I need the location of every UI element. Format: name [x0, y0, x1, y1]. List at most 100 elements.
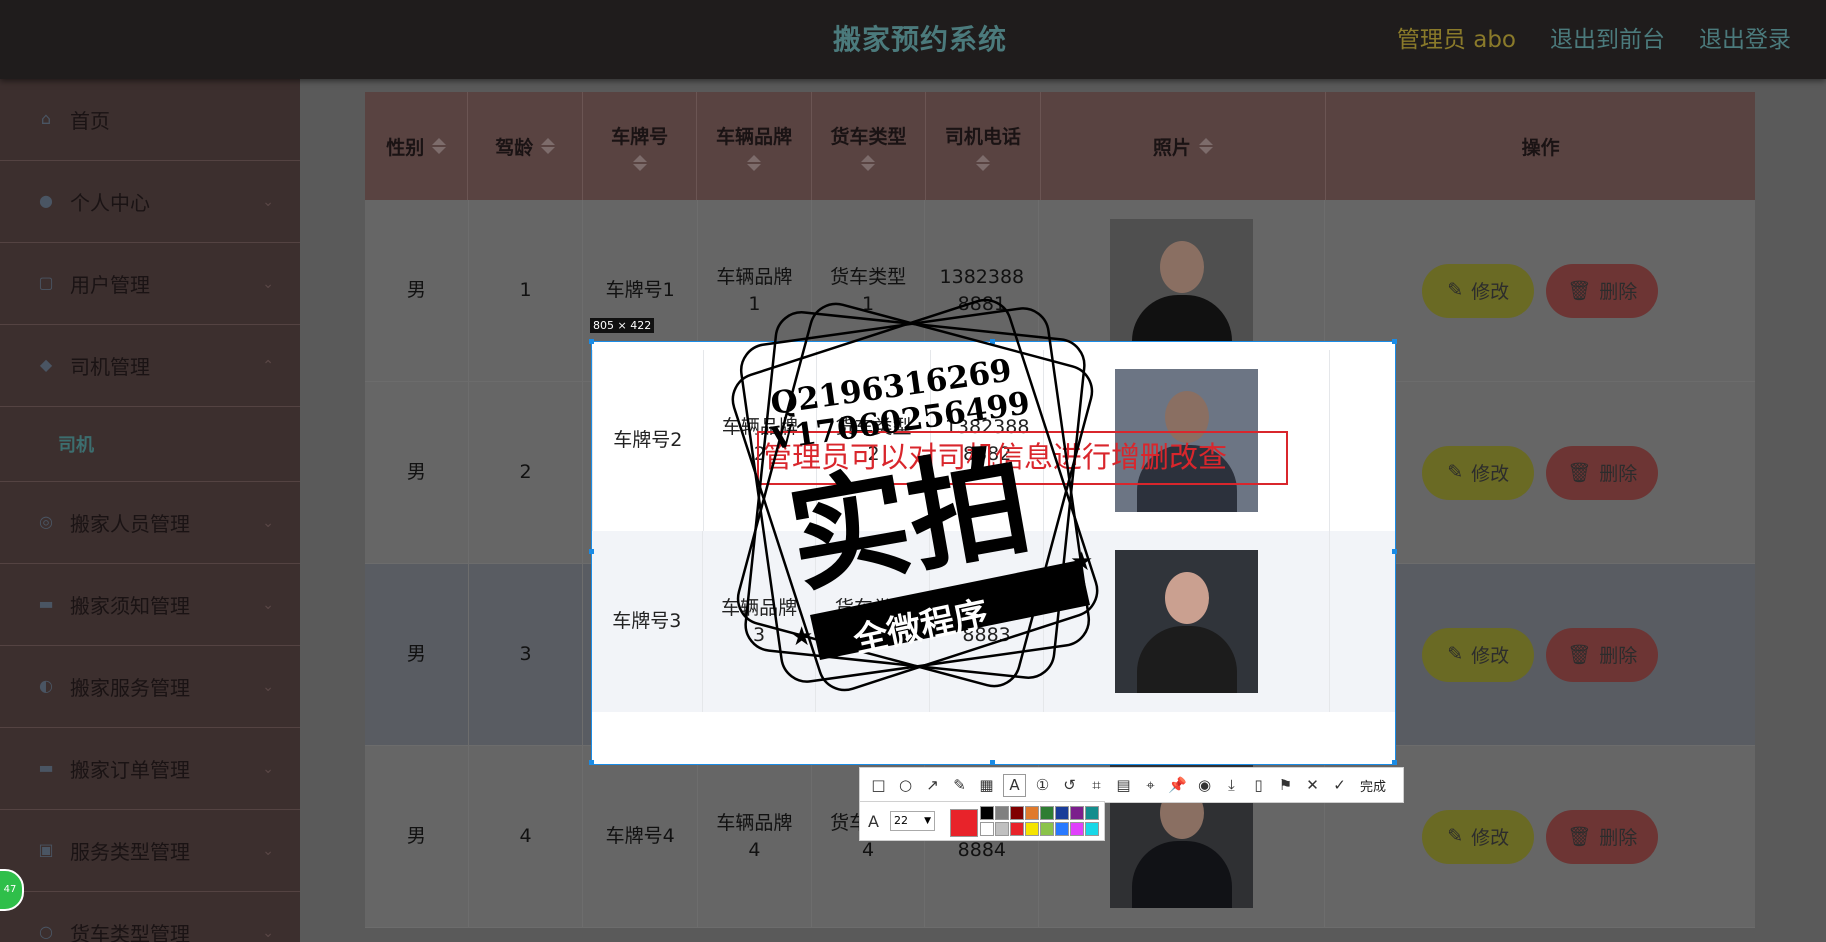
th-phone[interactable]: 司机电话: [926, 92, 1041, 200]
th-plate[interactable]: 车牌号: [583, 92, 698, 200]
th-label: 车辆品牌: [716, 125, 793, 148]
number-tool-icon[interactable]: ①: [1032, 775, 1053, 796]
delete-button[interactable]: 🗑 删除: [1546, 263, 1659, 318]
color-swatch[interactable]: [995, 822, 1009, 836]
record-icon[interactable]: ◉: [1194, 775, 1215, 796]
sort-icon[interactable]: [1198, 138, 1213, 154]
delete-button[interactable]: 🗑 删除: [1546, 627, 1659, 682]
done-button[interactable]: 完成: [1360, 776, 1386, 795]
text-tool-icon[interactable]: A: [1003, 773, 1026, 797]
mosaic-tool-icon[interactable]: ▦: [976, 775, 997, 796]
color-swatch[interactable]: [995, 806, 1009, 820]
sidebar-item-service-types[interactable]: ▣ 服务类型管理 ⌄: [0, 810, 300, 892]
undo-icon[interactable]: ↺: [1059, 775, 1080, 796]
rectangle-tool-icon[interactable]: □: [868, 775, 889, 796]
logout-link[interactable]: 退出登录: [1699, 20, 1791, 54]
sort-icon[interactable]: [432, 138, 447, 154]
color-swatch[interactable]: [1055, 806, 1069, 820]
pen-tool-icon[interactable]: ✎: [949, 775, 970, 796]
download-icon[interactable]: ⤓: [1221, 775, 1242, 796]
captured-plate: 车牌号2: [593, 350, 704, 531]
to-front-link[interactable]: 退出到前台: [1550, 20, 1665, 54]
th-driving-age[interactable]: 驾龄: [468, 92, 583, 200]
phone-icon[interactable]: ▯: [1248, 775, 1269, 796]
sidebar-item-orders[interactable]: ▬ 搬家订单管理 ⌄: [0, 728, 300, 810]
resize-handle[interactable]: [589, 339, 594, 344]
th-photo[interactable]: 照片: [1041, 92, 1327, 200]
current-color-swatch[interactable]: [950, 809, 978, 837]
color-swatch[interactable]: [980, 822, 994, 836]
color-swatch[interactable]: [980, 806, 994, 820]
annotation-text-box[interactable]: 管理员可以对司机信息进行增删改查: [757, 431, 1288, 485]
chevron-up-icon: ⌃: [262, 357, 274, 374]
notice-icon: ▬: [38, 594, 54, 613]
delete-button[interactable]: 🗑 删除: [1546, 445, 1659, 500]
edit-button[interactable]: ✎ 修改: [1422, 627, 1535, 682]
chevron-down-icon: ⌄: [262, 193, 274, 210]
capture-selection[interactable]: 车牌号2 车辆品牌2 货车类型2 13823888882 车牌号3 车辆品牌3 …: [591, 341, 1396, 765]
sidebar-item-users[interactable]: ▢ 用户管理 ⌄: [0, 243, 300, 325]
cell-gender: 男: [365, 200, 469, 381]
home-icon: ⌂: [40, 109, 52, 128]
delete-label: 删除: [1599, 828, 1638, 849]
pin-icon[interactable]: 📌: [1167, 775, 1188, 796]
resize-handle[interactable]: [1392, 549, 1397, 554]
resize-handle[interactable]: [990, 760, 995, 765]
resize-handle[interactable]: [589, 549, 594, 554]
trash-icon: 🗑: [1567, 644, 1592, 666]
delete-button[interactable]: 🗑 删除: [1546, 809, 1659, 864]
color-swatch[interactable]: [1025, 822, 1039, 836]
close-icon[interactable]: ✕: [1302, 775, 1323, 796]
sidebar-item-drivers[interactable]: ◆ 司机管理 ⌃: [0, 325, 300, 407]
sidebar-item-movers[interactable]: ◎ 搬家人员管理 ⌄: [0, 482, 300, 564]
admin-user-label[interactable]: 管理员 abo: [1397, 20, 1516, 54]
font-size-select[interactable]: 22 ▼: [890, 811, 935, 831]
sort-icon[interactable]: [747, 154, 762, 171]
sort-icon[interactable]: [541, 138, 556, 154]
ocr-icon[interactable]: ▤: [1113, 775, 1134, 796]
color-swatch[interactable]: [1040, 806, 1054, 820]
scan-icon[interactable]: ⌖: [1140, 775, 1161, 796]
arrow-tool-icon[interactable]: ↗: [922, 775, 943, 796]
sidebar-item-truck-types[interactable]: ○ 货车类型管理 ⌄: [0, 892, 300, 942]
sort-icon[interactable]: [975, 154, 990, 171]
sidebar-subitem-driver[interactable]: 司机: [0, 407, 300, 482]
sidebar-item-label: 搬家订单管理: [70, 758, 190, 782]
sort-icon[interactable]: [861, 154, 876, 171]
resize-handle[interactable]: [990, 339, 995, 344]
cell-brand: 车辆品牌4: [698, 746, 812, 927]
color-swatch[interactable]: [1085, 806, 1099, 820]
sort-icon[interactable]: [632, 154, 647, 171]
cell-gender: 男: [365, 564, 469, 745]
edit-button[interactable]: ✎ 修改: [1422, 809, 1535, 864]
edit-button[interactable]: ✎ 修改: [1422, 445, 1535, 500]
color-swatch[interactable]: [1040, 822, 1054, 836]
edit-label: 修改: [1471, 464, 1510, 485]
resize-handle[interactable]: [1392, 339, 1397, 344]
sidebar-item-label: 搬家人员管理: [70, 512, 190, 536]
th-gender[interactable]: 性别: [365, 92, 469, 200]
th-truck-type[interactable]: 货车类型: [812, 92, 927, 200]
color-swatch[interactable]: [1010, 822, 1024, 836]
crop-icon[interactable]: ⌗: [1086, 775, 1107, 796]
ellipse-tool-icon[interactable]: ○: [895, 775, 916, 796]
color-swatch[interactable]: [1025, 806, 1039, 820]
sidebar-item-profile[interactable]: ● 个人中心 ⌄: [0, 161, 300, 243]
sidebar-item-notices[interactable]: ▬ 搬家须知管理 ⌄: [0, 564, 300, 646]
color-swatch[interactable]: [1070, 806, 1084, 820]
resize-handle[interactable]: [1392, 760, 1397, 765]
th-brand[interactable]: 车辆品牌: [697, 92, 812, 200]
color-swatch[interactable]: [1085, 822, 1099, 836]
people-icon: ◎: [39, 512, 53, 531]
th-label: 照片: [1152, 136, 1191, 159]
resize-handle[interactable]: [589, 760, 594, 765]
color-swatch[interactable]: [1070, 822, 1084, 836]
color-swatch[interactable]: [1055, 822, 1069, 836]
sidebar-item-home[interactable]: ⌂ 首页: [0, 79, 300, 161]
bookmark-icon[interactable]: ⚑: [1275, 775, 1296, 796]
check-icon[interactable]: ✓: [1329, 775, 1350, 796]
category-icon: ▣: [38, 840, 54, 859]
color-swatch[interactable]: [1010, 806, 1024, 820]
sidebar-item-services[interactable]: ◐ 搬家服务管理 ⌄: [0, 646, 300, 728]
edit-button[interactable]: ✎ 修改: [1422, 263, 1535, 318]
